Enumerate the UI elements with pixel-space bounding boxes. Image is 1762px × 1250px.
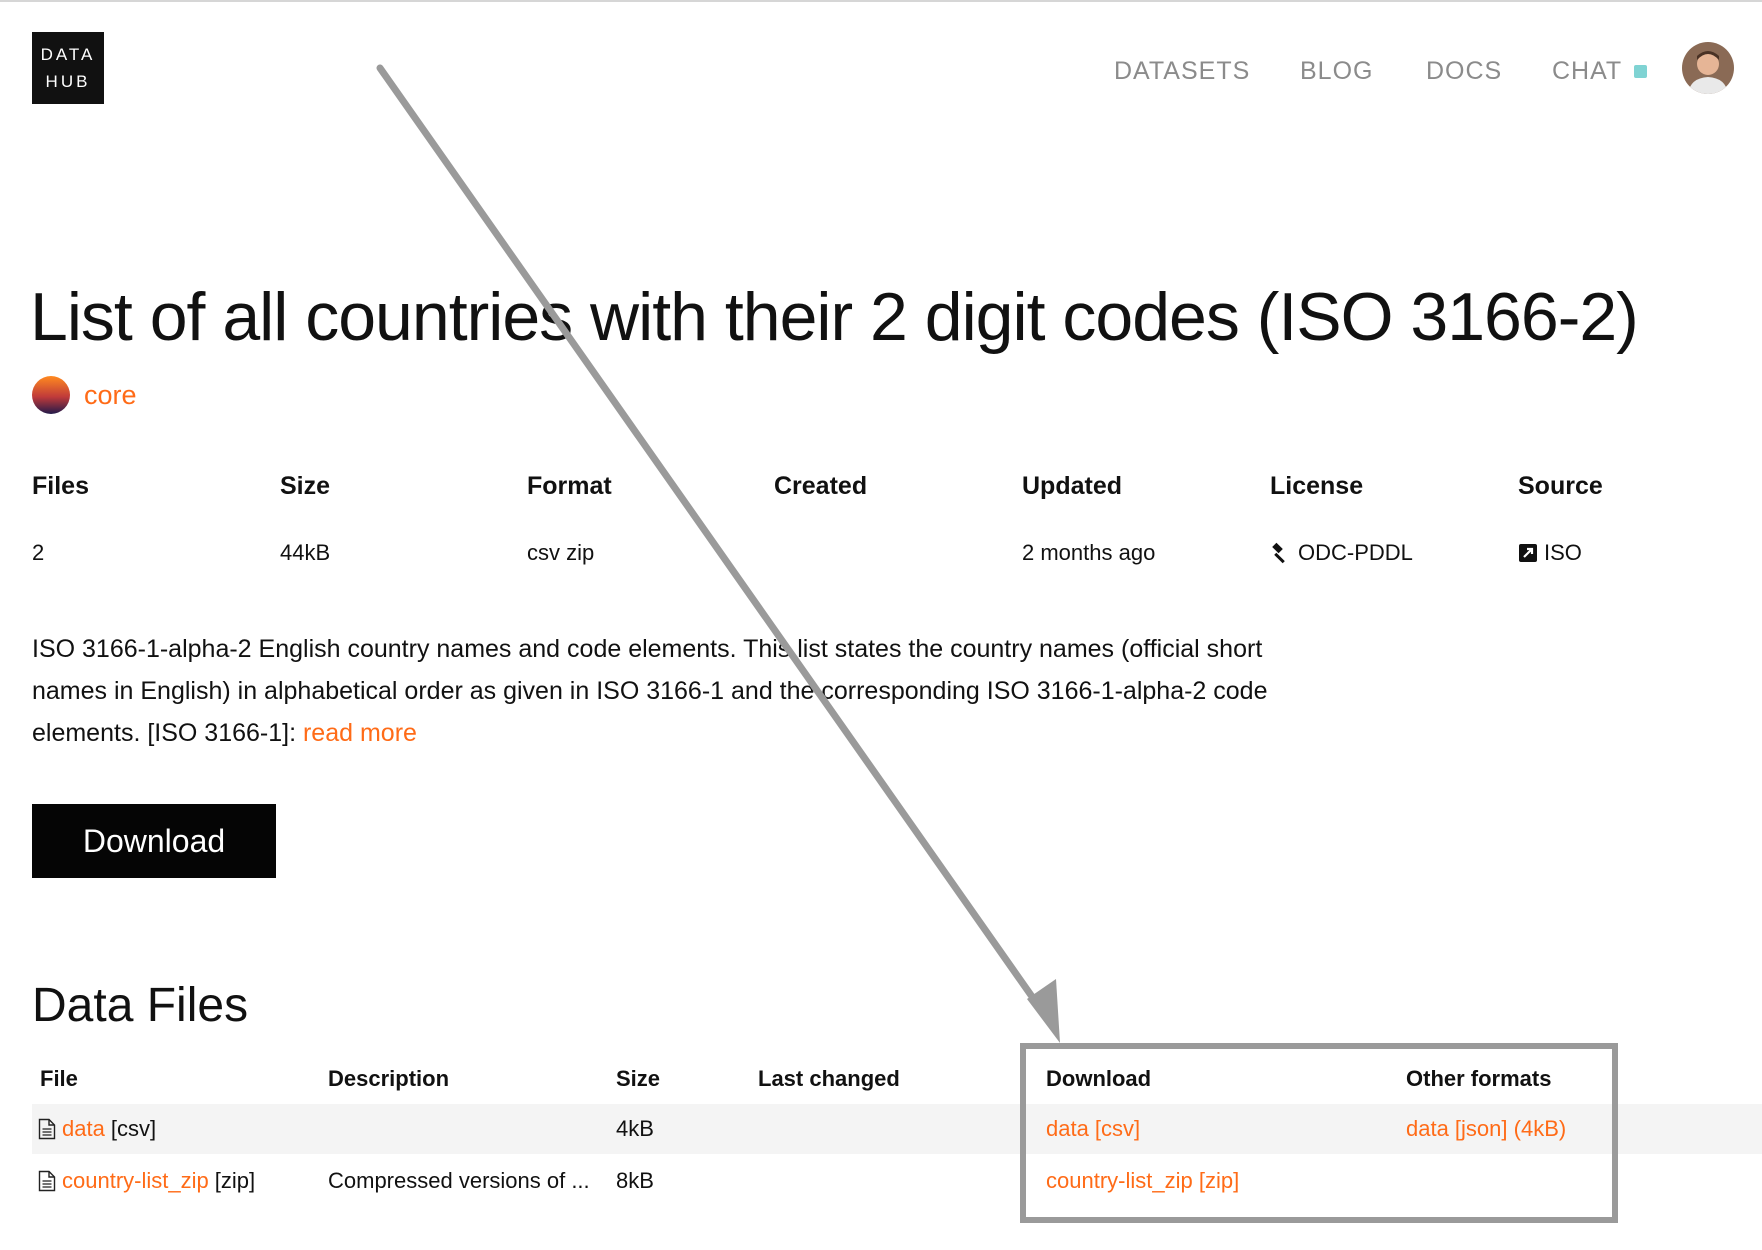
file-cell: data [csv]	[38, 1116, 156, 1142]
file-icon	[38, 1170, 56, 1192]
meta-header-format: Format	[527, 472, 612, 500]
table-row: data [csv] 4kB data [csv] data [json] (4…	[32, 1104, 1762, 1154]
download-cell: data [csv]	[1046, 1116, 1140, 1142]
download-link[interactable]: country-list_zip [zip]	[1046, 1168, 1239, 1194]
file-link[interactable]: country-list_zip	[62, 1168, 209, 1194]
meta-files-value: 2	[32, 540, 45, 565]
file-link[interactable]: data	[62, 1116, 105, 1142]
col-header-last-changed: Last changed	[758, 1066, 900, 1091]
data-files-heading: Data Files	[32, 979, 249, 1032]
nav-datasets[interactable]: DATASETS	[1114, 57, 1250, 86]
description-cell: Compressed versions of ...	[328, 1168, 590, 1193]
description-text: ISO 3166-1-alpha-2 English country names…	[32, 635, 1268, 747]
external-link-icon	[1519, 544, 1537, 562]
table-row: country-list_zip [zip] Compressed versio…	[32, 1156, 1762, 1206]
annotation-arrow	[376, 64, 1060, 1043]
download-link[interactable]: data [csv]	[1046, 1116, 1140, 1142]
file-cell: country-list_zip [zip]	[38, 1168, 255, 1194]
download-cell: country-list_zip [zip]	[1046, 1168, 1239, 1194]
size-cell: 4kB	[616, 1116, 654, 1141]
col-header-other-formats: Other formats	[1406, 1066, 1552, 1091]
datahub-logo[interactable]: DATA HUB	[32, 32, 104, 104]
avatar-image	[1682, 42, 1734, 94]
owner-link[interactable]: core	[84, 380, 137, 411]
owner-avatar-icon	[32, 376, 70, 414]
col-header-description: Description	[328, 1066, 450, 1091]
file-ext: [zip]	[214, 1168, 256, 1193]
dataset-owner: core	[32, 376, 137, 414]
meta-header-license: License	[1270, 472, 1364, 500]
nav-docs[interactable]: DOCS	[1426, 57, 1502, 86]
meta-source[interactable]: ISO	[1518, 540, 1582, 566]
download-button[interactable]: Download	[32, 804, 276, 878]
other-formats-cell: data [json] (4kB)	[1406, 1116, 1566, 1142]
dataset-title: List of all countries with their 2 digit…	[30, 279, 1639, 355]
top-border	[0, 0, 1762, 2]
nav-chat[interactable]: CHAT	[1552, 57, 1648, 86]
other-format-link[interactable]: data [json] (4kB)	[1406, 1116, 1566, 1142]
meta-header-files: Files	[32, 472, 89, 500]
logo-line-1: DATA	[40, 45, 96, 64]
file-icon	[38, 1118, 56, 1140]
size-cell: 8kB	[616, 1168, 654, 1193]
meta-header-updated: Updated	[1022, 472, 1122, 500]
meta-size-value: 44kB	[280, 540, 331, 565]
col-header-file: File	[40, 1066, 78, 1091]
read-more-link[interactable]: read more	[303, 719, 417, 747]
nav-chat-label: CHAT	[1552, 57, 1623, 85]
col-header-size: Size	[616, 1066, 661, 1091]
meta-format-value: csv zip	[527, 540, 595, 565]
meta-header-created: Created	[774, 472, 868, 500]
meta-license[interactable]: ODC-PDDL	[1270, 540, 1413, 566]
col-header-download: Download	[1046, 1066, 1152, 1091]
user-avatar[interactable]	[1682, 42, 1734, 94]
source-label: ISO	[1544, 540, 1582, 565]
gavel-icon	[1272, 542, 1285, 564]
logo-line-2: HUB	[45, 72, 91, 91]
nav-blog[interactable]: BLOG	[1300, 57, 1373, 86]
chat-status-icon	[1634, 65, 1648, 78]
license-label: ODC-PDDL	[1298, 540, 1413, 565]
meta-updated-value: 2 months ago	[1022, 540, 1156, 565]
meta-header-source: Source	[1518, 472, 1603, 500]
file-ext: [csv]	[110, 1116, 157, 1141]
meta-header-size: Size	[280, 472, 331, 500]
dataset-description: ISO 3166-1-alpha-2 English country names…	[32, 628, 1272, 754]
